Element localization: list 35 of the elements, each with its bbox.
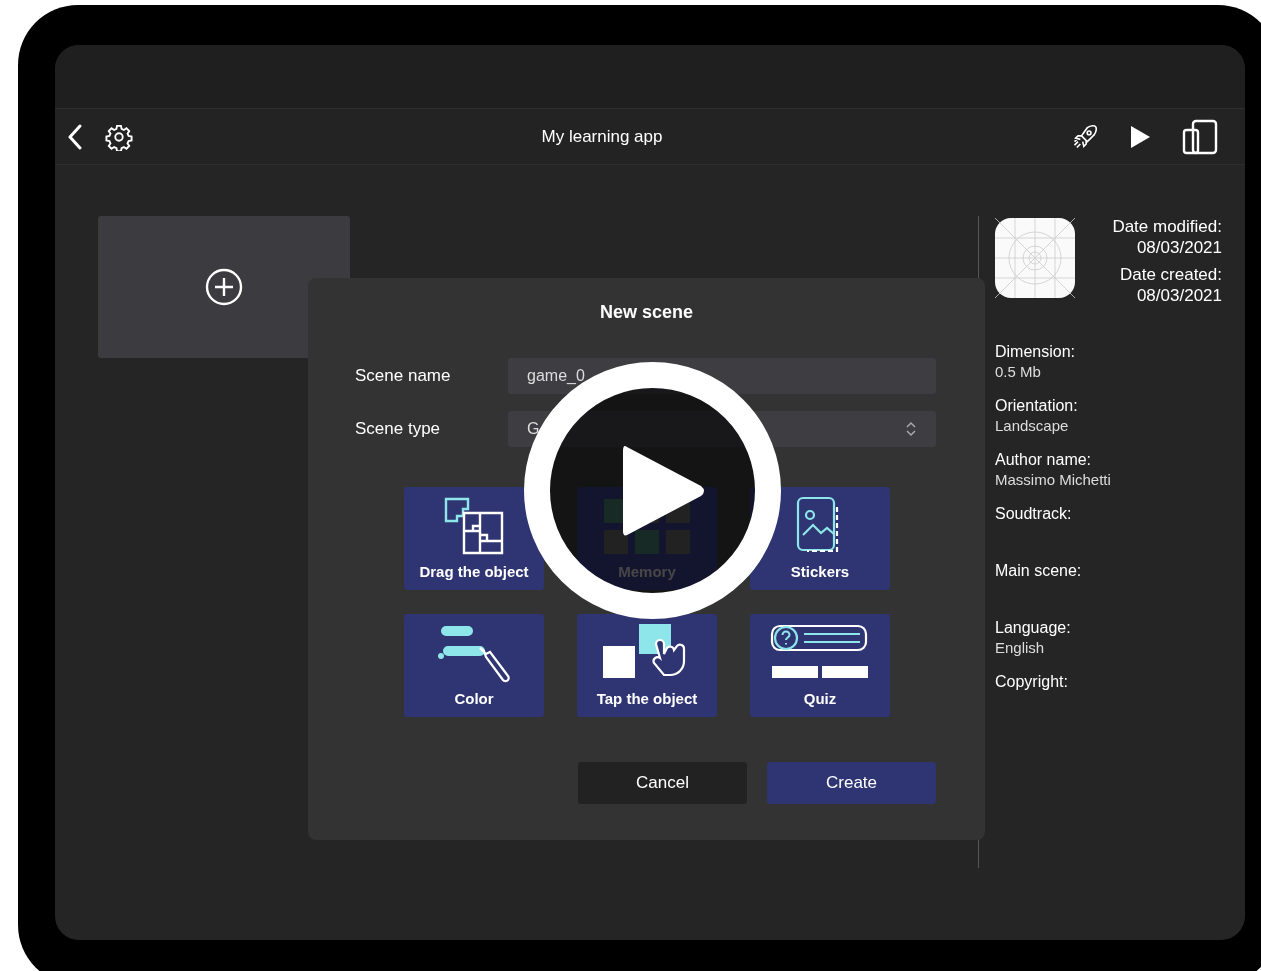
chevron-updown-icon	[905, 420, 917, 438]
scene-type-tile[interactable]: Drag the object	[404, 487, 544, 590]
scene-type-tile[interactable]: Color	[404, 614, 544, 717]
back-icon[interactable]	[67, 123, 83, 150]
info-label: Dimension:	[995, 342, 1077, 362]
add-icon	[204, 267, 244, 307]
settings-icon[interactable]	[105, 122, 133, 151]
date-label: Date created:	[1119, 264, 1222, 285]
info-label: Orientation:	[995, 396, 1079, 416]
info-value: Massimo Michetti	[995, 470, 1112, 489]
scene-name-field[interactable]: game_0	[508, 358, 936, 394]
info-label: Author name:	[995, 450, 1093, 470]
info-label: Soudtrack:	[995, 504, 1073, 524]
rocket-icon[interactable]	[1071, 122, 1099, 151]
info-label: Copyright:	[995, 672, 1069, 692]
date-label: Date modified:	[1112, 216, 1222, 237]
field-label: Scene name	[355, 365, 452, 388]
scene-type-tile[interactable]: Quiz	[750, 614, 890, 717]
info-value: 0.5 Mb	[995, 362, 1042, 381]
info-value: Landscape	[995, 416, 1070, 435]
cancel-button[interactable]: Cancel	[578, 762, 747, 804]
date-value: 08/03/2021	[1136, 237, 1222, 258]
dialog-title: New scene	[599, 301, 694, 324]
info-value: English	[995, 638, 1046, 657]
date-value: 08/03/2021	[1136, 285, 1222, 306]
scene-type-select[interactable]: G	[508, 411, 936, 447]
scene-type-tile[interactable]: Stickers	[750, 487, 890, 590]
app-title: My learning app	[541, 125, 663, 148]
scene-type-tile[interactable]: Tap the object	[577, 614, 717, 717]
play-icon[interactable]	[1129, 124, 1151, 149]
create-button[interactable]: Create	[767, 762, 936, 804]
device-preview-icon[interactable]	[1181, 117, 1219, 156]
field-label: Scene type	[355, 418, 442, 441]
info-label: Language:	[995, 618, 1072, 638]
info-label: Main scene:	[995, 561, 1083, 581]
